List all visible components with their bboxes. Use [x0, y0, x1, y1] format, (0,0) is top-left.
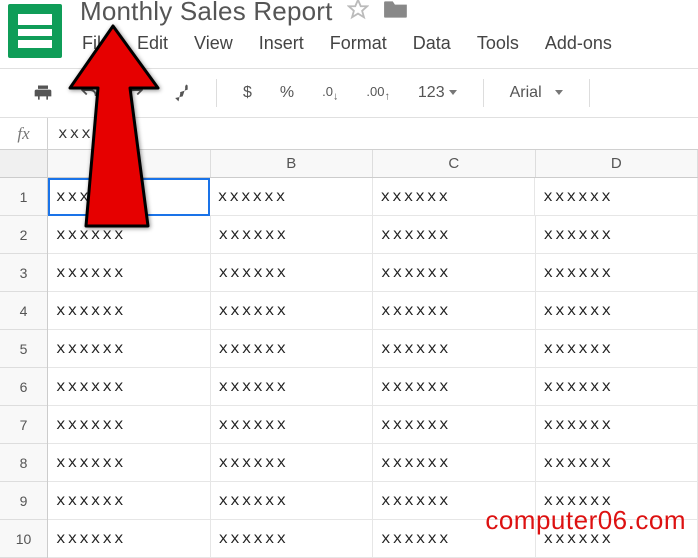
cell[interactable]: xxxxxx — [211, 216, 374, 254]
menu-data[interactable]: Data — [413, 33, 451, 54]
row-header[interactable]: 8 — [0, 444, 47, 482]
cell[interactable]: xxxxxx — [211, 292, 374, 330]
row-header[interactable]: 7 — [0, 406, 47, 444]
menu-view[interactable]: View — [194, 33, 233, 54]
cell[interactable]: xxxxxx — [536, 330, 698, 368]
toolbar-divider — [589, 79, 590, 107]
header: Monthly Sales Report File Edit View Inse… — [0, 0, 698, 68]
cell[interactable]: xxxxxx — [536, 406, 698, 444]
sheets-logo-icon — [8, 4, 62, 58]
row-header[interactable]: 6 — [0, 368, 47, 406]
cell[interactable]: xxxxxx — [211, 330, 374, 368]
select-all-corner[interactable] — [0, 150, 47, 178]
menu-format[interactable]: Format — [330, 33, 387, 54]
cell[interactable]: xxxxxx — [48, 330, 211, 368]
cell[interactable]: xxxxxx — [48, 292, 211, 330]
row-header[interactable]: 1 — [0, 178, 47, 216]
chevron-down-icon — [449, 90, 457, 95]
cell[interactable]: xxxxxx — [373, 216, 536, 254]
row-header[interactable]: 5 — [0, 330, 47, 368]
menubar: File Edit View Insert Format Data Tools … — [80, 27, 690, 64]
cell[interactable]: xxxxxx — [373, 444, 536, 482]
cell[interactable]: xxxxxx — [373, 178, 536, 216]
menu-insert[interactable]: Insert — [259, 33, 304, 54]
cell[interactable]: xxxxxx — [48, 520, 211, 558]
row-headers: 1 2 3 4 5 6 7 8 9 10 — [0, 150, 48, 558]
row-header[interactable]: 4 — [0, 292, 47, 330]
title-row: Monthly Sales Report — [80, 0, 690, 27]
cell[interactable]: xxxxxx — [536, 292, 698, 330]
increase-decimal-button[interactable]: .00↑ — [364, 84, 392, 103]
row-header[interactable]: 9 — [0, 482, 47, 520]
cell[interactable]: xxxxxx — [211, 406, 374, 444]
menu-file[interactable]: File — [82, 33, 111, 54]
cell[interactable]: xxxxxx — [48, 254, 211, 292]
cell[interactable]: xxxxxx — [373, 406, 536, 444]
column-header[interactable]: C — [373, 150, 536, 177]
toolbar-divider — [483, 79, 484, 107]
data-rows: xxxxxxxxxxxxxxxxxxxxxxxx xxxxxxxxxxxxxxx… — [48, 178, 698, 558]
cell[interactable]: xxxxxx — [536, 368, 698, 406]
cell[interactable]: xxxxxx — [536, 254, 698, 292]
percent-format-button[interactable]: % — [278, 84, 296, 102]
toolbar-divider — [216, 79, 217, 107]
fx-label: fx — [0, 118, 48, 149]
cell[interactable]: xxxxxx — [48, 444, 211, 482]
column-header[interactable]: D — [536, 150, 698, 177]
document-title[interactable]: Monthly Sales Report — [80, 0, 333, 27]
cell[interactable]: xxxxxx — [211, 482, 374, 520]
cell[interactable]: xxxxxx — [48, 368, 211, 406]
chevron-down-icon — [555, 90, 563, 95]
row-header[interactable]: 2 — [0, 216, 47, 254]
paint-format-icon[interactable] — [170, 82, 192, 104]
cell[interactable]: xxxxxx — [211, 520, 374, 558]
cell[interactable]: xxxxxx — [536, 444, 698, 482]
decrease-decimal-button[interactable]: .0↓ — [320, 84, 340, 103]
cell[interactable]: xxxxxx — [48, 178, 210, 216]
toolbar: $ % .0↓ .00↑ 123 Arial — [0, 68, 698, 118]
cell[interactable]: xxxxxx — [373, 254, 536, 292]
star-icon[interactable] — [347, 0, 369, 27]
menu-addons[interactable]: Add-ons — [545, 33, 612, 54]
undo-icon[interactable] — [78, 82, 100, 104]
font-family-dropdown[interactable]: Arial — [508, 84, 565, 102]
column-header[interactable]: B — [211, 150, 374, 177]
cell[interactable]: xxxxxx — [210, 178, 373, 216]
spreadsheet-grid: 1 2 3 4 5 6 7 8 9 10 A B C D xxxxxxxxxxx… — [0, 150, 698, 558]
cell[interactable]: xxxxxx — [373, 330, 536, 368]
menu-tools[interactable]: Tools — [477, 33, 519, 54]
formula-input[interactable]: xxxxxx — [48, 125, 128, 143]
cell[interactable]: xxxxxx — [48, 482, 211, 520]
currency-format-button[interactable]: $ — [241, 84, 254, 102]
print-icon[interactable] — [32, 82, 54, 104]
number-format-dropdown[interactable]: 123 — [416, 84, 459, 102]
watermark-text: computer06.com — [485, 505, 686, 536]
cell[interactable]: xxxxxx — [48, 406, 211, 444]
redo-icon[interactable] — [124, 82, 146, 104]
cell[interactable]: xxxxxx — [48, 216, 211, 254]
cell[interactable]: xxxxxx — [535, 178, 698, 216]
formula-bar: fx xxxxxx — [0, 118, 698, 150]
cell[interactable]: xxxxxx — [373, 292, 536, 330]
menu-edit[interactable]: Edit — [137, 33, 168, 54]
cell[interactable]: xxxxxx — [211, 444, 374, 482]
cell[interactable]: xxxxxx — [536, 216, 698, 254]
column-headers: A B C D — [48, 150, 698, 178]
row-header[interactable]: 3 — [0, 254, 47, 292]
cell[interactable]: xxxxxx — [211, 254, 374, 292]
column-header[interactable]: A — [48, 150, 211, 177]
folder-icon[interactable] — [383, 0, 409, 27]
cell[interactable]: xxxxxx — [211, 368, 374, 406]
row-header[interactable]: 10 — [0, 520, 47, 558]
cell[interactable]: xxxxxx — [373, 368, 536, 406]
